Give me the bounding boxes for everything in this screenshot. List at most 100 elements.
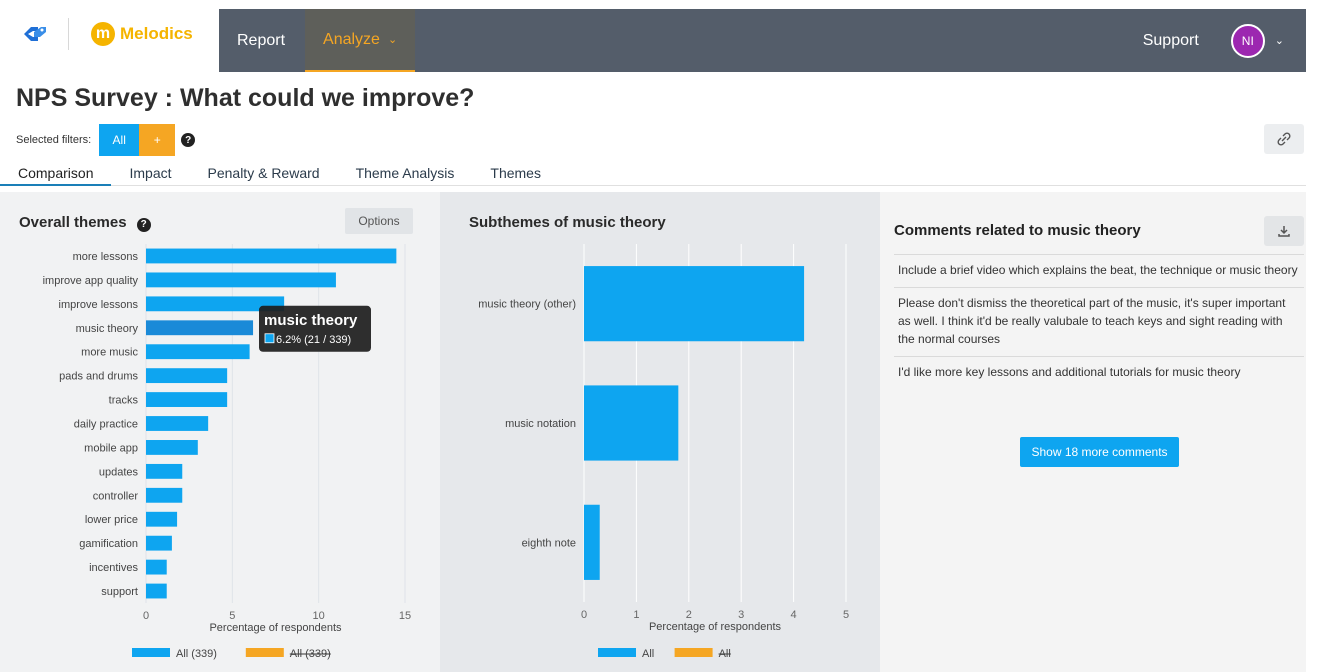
bar (146, 272, 336, 288)
x-tick-label: 1 (633, 609, 639, 621)
x-tick-label: 5 (229, 610, 235, 622)
nav-analyze[interactable]: Analyze ⌄ (305, 9, 416, 72)
bar (146, 463, 183, 479)
bar (146, 344, 250, 360)
category-label: music notation (505, 418, 576, 430)
bar (146, 416, 209, 431)
download-button[interactable] (1264, 216, 1304, 246)
comments-list: Include a brief video which explains the… (894, 254, 1304, 389)
comment-item: I'd like more key lessons and additional… (894, 356, 1304, 389)
chevron-down-icon: ⌄ (387, 34, 398, 46)
brand-name: Melodics (120, 24, 193, 43)
category-label: improve lessons (59, 299, 139, 311)
tab-impact[interactable]: Impact (111, 159, 189, 186)
tab-theme-analysis[interactable]: Theme Analysis (338, 159, 473, 186)
filters-label: Selected filters: (16, 134, 92, 146)
category-label: music theory (76, 323, 139, 335)
category-label: daily practice (74, 419, 138, 431)
nav-report[interactable]: Report (219, 9, 303, 72)
category-label: pads and drums (59, 371, 138, 383)
bar (146, 368, 228, 384)
subthemes-chart: 0 1 2 3 4 5 Percentage of respondents music the… (478, 244, 849, 660)
bar (146, 440, 198, 455)
show-more-comments-button[interactable]: Show 18 more comments (1020, 437, 1179, 467)
category-label: mobile app (84, 442, 138, 454)
bar (146, 487, 183, 503)
overall-themes-chart: 0 5 10 15 Percentage of respondents more less… (43, 244, 411, 660)
tooltip-swatch (264, 333, 275, 344)
x-tick-label: 4 (791, 609, 797, 621)
tab-bar: Comparison Impact Penalty & Reward Theme… (0, 159, 1306, 186)
bar (146, 511, 178, 527)
bar (146, 248, 397, 264)
brand-divider (68, 18, 69, 50)
overall-themes-panel: Overall themes ? Options 0 5 10 15 Percentag… (0, 192, 440, 672)
comment-item: Please don't dismiss the theoretical par… (894, 287, 1304, 356)
nav-bar: Report Analyze ⌄ Support NI ⌄ (219, 9, 1306, 72)
tab-penalty-reward[interactable]: Penalty & Reward (190, 159, 338, 186)
legend-swatch (674, 648, 713, 657)
bar (146, 559, 167, 575)
tag-icon[interactable] (22, 24, 48, 44)
top-navigation: m Melodics Report Analyze ⌄ Support NI ⌄ (0, 0, 1306, 72)
legend-label: All (719, 648, 731, 660)
category-label: incentives (89, 562, 138, 574)
legend-swatch (245, 648, 284, 657)
avatar[interactable]: NI (1230, 23, 1265, 58)
nav-right: Support NI ⌄ (1143, 9, 1306, 72)
x-tick-label: 2 (686, 609, 692, 621)
help-icon[interactable]: ? (181, 133, 196, 147)
bar (584, 385, 679, 461)
melodics-logo-icon: m (91, 22, 115, 46)
category-label: eighth note (522, 537, 576, 549)
tooltip-value: 6.2% (21 / 339) (276, 334, 351, 346)
legend-swatch (132, 648, 170, 657)
nav-support[interactable]: Support (1143, 32, 1199, 50)
link-icon (1277, 132, 1291, 146)
x-tick-label: 3 (738, 609, 744, 621)
x-axis-label: Percentage of respondents (649, 621, 782, 633)
melodics-logo[interactable]: m Melodics (91, 22, 193, 46)
x-tick-label: 10 (313, 610, 325, 622)
bar (146, 535, 172, 551)
x-tick-label: 0 (143, 610, 149, 622)
nav-analyze-label: Analyze (323, 30, 380, 48)
category-label: controller (93, 490, 139, 502)
category-label: gamification (79, 538, 138, 550)
category-label: tracks (109, 395, 139, 407)
category-label: more music (81, 347, 138, 359)
category-label: improve app quality (43, 275, 139, 287)
legend-label: All (339) (290, 648, 331, 660)
chevron-down-icon[interactable]: ⌄ (1275, 34, 1284, 47)
comment-item: Include a brief video which explains the… (894, 254, 1304, 287)
bar (146, 392, 228, 407)
category-label: support (101, 586, 138, 598)
comments-panel: Comments related to music theory Include… (880, 192, 1306, 672)
x-axis-label: Percentage of respondents (209, 622, 342, 634)
download-icon (1278, 226, 1290, 237)
category-label: music theory (other) (478, 299, 576, 311)
category-label: lower price (85, 514, 138, 526)
x-tick-label: 0 (581, 609, 587, 621)
tooltip-title: music theory (264, 312, 358, 329)
filters-bar: Selected filters: All + ? (16, 124, 196, 156)
bar (584, 504, 600, 580)
x-tick-label: 15 (399, 610, 411, 622)
page-title: NPS Survey : What could we improve? (16, 84, 475, 112)
tab-themes[interactable]: Themes (472, 159, 559, 186)
category-label: more lessons (73, 251, 139, 263)
bar (584, 266, 805, 342)
legend-label: All (339) (176, 648, 217, 660)
bar (146, 320, 254, 336)
subthemes-panel: Subthemes of music theory 0 1 2 3 4 5 Percenta… (440, 192, 880, 672)
share-link-button[interactable] (1264, 124, 1304, 154)
bar (146, 583, 167, 599)
brand-area: m Melodics (0, 0, 219, 72)
filter-all-chip[interactable]: All (99, 124, 140, 156)
comments-heading: Comments related to music theory (894, 222, 1141, 239)
category-label: updates (99, 466, 139, 478)
x-tick-label: 5 (843, 609, 849, 621)
legend-swatch (598, 648, 636, 657)
tab-comparison[interactable]: Comparison (0, 159, 112, 186)
add-filter-button[interactable]: + (139, 124, 176, 156)
